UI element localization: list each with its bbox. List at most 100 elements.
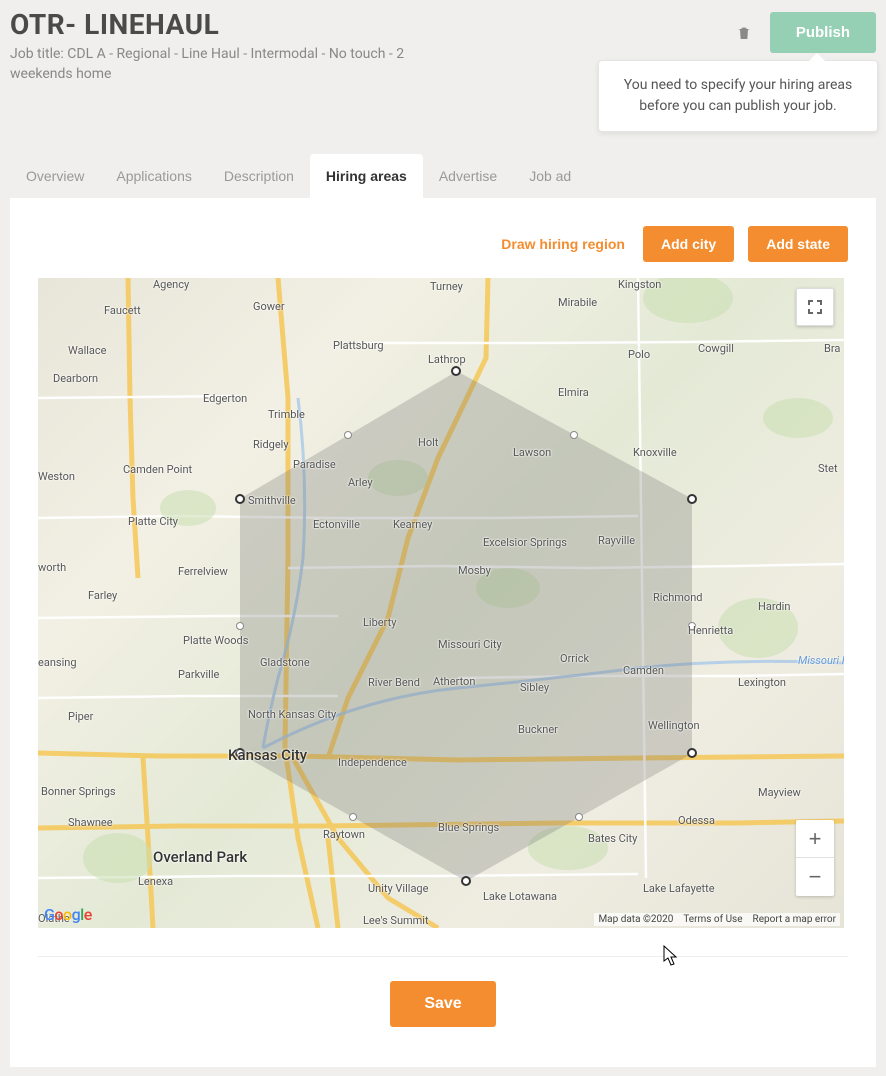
map-label: Knoxville [633,446,677,459]
map-label: Rayville [598,534,635,547]
polygon-vertex[interactable] [687,748,697,758]
map-label: eansing [38,656,77,669]
map-label: Cowgill [698,342,734,355]
map-label: Kearney [393,518,432,531]
map-label: Bonner Springs [41,785,116,798]
map-label: Unity Village [368,882,428,895]
map-label: Independence [338,756,407,769]
map-label: Missouri City [438,638,502,651]
fullscreen-icon [807,299,823,315]
tabs: Overview Applications Description Hiring… [0,154,886,198]
map-label: Parkville [178,668,219,681]
add-state-button[interactable]: Add state [748,226,848,262]
map-label: Camden Point [123,463,192,476]
map-label: worth [38,561,66,574]
tab-overview[interactable]: Overview [10,154,100,198]
map-label: Hardin [758,600,790,613]
map-label: Atherton [433,675,475,688]
tab-job-ad[interactable]: Job ad [513,154,587,198]
zoom-in-button[interactable]: + [796,820,834,858]
map-label: Arley [348,476,373,489]
trash-icon[interactable] [736,24,752,42]
map-label: Polo [628,348,650,361]
tab-hiring-areas[interactable]: Hiring areas [310,154,423,198]
map-label: Lathrop [428,353,466,366]
map-label: Lake Lotawana [483,890,557,903]
polygon-midpoint[interactable] [349,813,357,821]
divider [38,956,848,957]
map-label: Lee's Summit [363,914,429,927]
map-label: Elmira [558,386,589,399]
save-button[interactable]: Save [390,981,495,1027]
map-label: Edgerton [203,392,247,405]
tab-applications[interactable]: Applications [100,154,208,198]
polygon-vertex[interactable] [687,494,697,504]
map-label: Wellington [648,719,700,732]
map-label: Lexington [738,676,786,689]
zoom-out-button[interactable]: − [796,858,834,896]
attrib-data: Map data ©2020 [598,914,673,925]
map-label: Ectonville [313,518,360,531]
polygon-midpoint[interactable] [575,813,583,821]
map-label: Liberty [363,616,396,629]
map-label: Paradise [293,458,336,471]
page-title: OTR- LINEHAUL [10,8,736,41]
polygon-vertex[interactable] [235,494,245,504]
map-label: Stet [818,462,838,475]
map-label: Ridgely [253,438,289,451]
tab-advertise[interactable]: Advertise [423,154,513,198]
map-label: Plattsburg [333,339,384,352]
map-label: Smithville [248,494,296,507]
polygon-vertex[interactable] [461,876,471,886]
map-label: Weston [38,470,75,483]
tab-description[interactable]: Description [208,154,310,198]
map-label: Shawnee [68,816,113,829]
zoom-controls: + − [796,820,834,896]
map-label: River Bend [368,676,420,689]
map-label: Mayview [758,786,801,799]
polygon-midpoint[interactable] [344,431,352,439]
map-label: Overland Park [153,848,247,866]
map-label: North Kansas City [248,708,336,721]
map-label: Buckner [518,723,558,736]
map-label: Mosby [458,564,491,577]
map-label: Farley [88,589,117,602]
map-label: Gower [253,300,285,313]
map-label: Faucett [104,304,141,317]
map-attribution: Map data ©2020 Terms of Use Report a map… [594,913,840,926]
map-label: Gladstone [260,656,310,669]
attrib-report[interactable]: Report a map error [753,914,836,925]
map-label: Missouri R [798,654,844,667]
polygon-midpoint[interactable] [570,431,578,439]
map-label: Sibley [520,681,549,694]
google-logo: Google [44,905,92,924]
attrib-terms[interactable]: Terms of Use [683,914,742,925]
map[interactable]: Kansas City Overland Park Independence L… [38,278,844,928]
map-label: Lenexa [138,875,173,888]
map-label: Odessa [678,814,715,827]
publish-tooltip: You need to specify your hiring areas be… [598,60,878,132]
map-label: Bra [824,342,840,355]
polygon-vertex[interactable] [451,366,461,376]
map-label: Holt [418,436,438,449]
polygon-midpoint[interactable] [236,622,244,630]
map-label: Kingston [618,278,661,291]
map-label: Kansas City [228,746,307,764]
job-subtitle: Job title: CDL A - Regional - Line Haul … [10,45,410,84]
map-label: Ferrelview [178,565,228,578]
publish-button[interactable]: Publish [770,12,876,53]
map-label: Excelsior Springs [483,536,567,549]
map-label: Platte Woods [183,634,248,647]
map-label: Henrietta [688,624,733,637]
map-label: Wallace [68,344,107,357]
draw-region-button[interactable]: Draw hiring region [497,228,629,260]
map-label: Agency [153,278,189,291]
hiring-areas-panel: Draw hiring region Add city Add state [10,198,876,1067]
map-label: Richmond [653,591,702,604]
map-label: Turney [430,280,463,293]
fullscreen-button[interactable] [796,288,834,326]
map-label: Blue Springs [438,821,499,834]
map-label: Platte City [128,515,178,528]
add-city-button[interactable]: Add city [643,226,734,262]
map-label: Camden [623,664,664,677]
